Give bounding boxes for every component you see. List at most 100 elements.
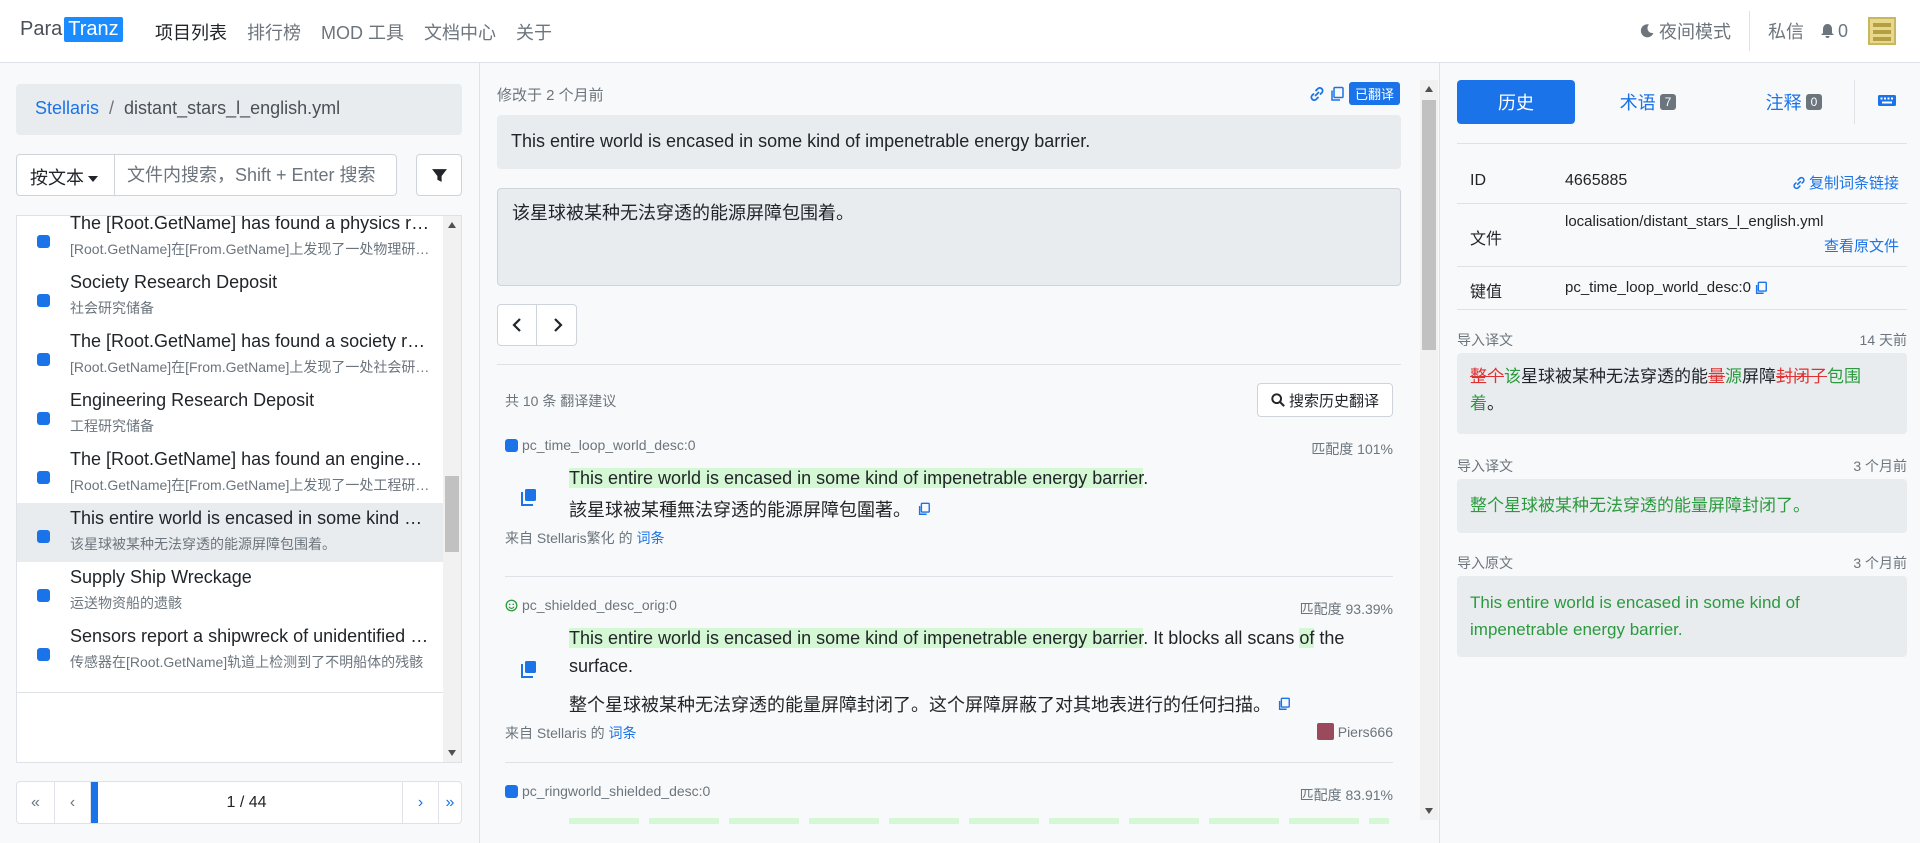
nav-link-mod-tools[interactable]: MOD 工具 [321, 19, 404, 45]
scroll-thumb[interactable] [1422, 100, 1436, 350]
prev-entry-button[interactable] [498, 305, 537, 345]
info-tabs: 历史 术语 7 注释 0 [1457, 80, 1907, 124]
search-history-button[interactable]: 搜索历史翻译 [1257, 383, 1393, 417]
nav-link-leaderboard[interactable]: 排行榜 [247, 19, 301, 45]
item-translation: [Root.GetName]在[From.GetName]上发现了一处社会研究储… [70, 359, 430, 375]
key-label: 键值 [1470, 284, 1503, 301]
notifications-button[interactable]: 0 [1820, 21, 1848, 42]
suggestion-source-rest: . [1143, 468, 1149, 488]
file-path-link[interactable]: localisation/distant_stars_l_english.yml [1565, 213, 1823, 230]
origin-link[interactable]: 词条 [636, 530, 664, 546]
moon-icon [1640, 24, 1654, 38]
diff-unchanged: 星球被某种无法穿透的能 [1521, 367, 1708, 386]
suggestion-origin-text: 来自 Stellaris 的 词条 [505, 723, 636, 743]
list-scrollbar[interactable] [443, 216, 461, 762]
search-mode-label: 按文本 [30, 168, 84, 188]
caret-down-icon [88, 176, 98, 183]
link-icon[interactable] [1309, 86, 1325, 102]
nav-link-projects[interactable]: 项目列表 [155, 19, 227, 45]
tab-count-badge: 0 [1805, 94, 1823, 110]
keyboard-icon[interactable] [1877, 92, 1897, 108]
prev-page-button[interactable]: ‹ [55, 782, 91, 823]
suggestion-source-match: This entire world is encased in some kin… [569, 468, 1144, 488]
tab-label: 术语 [1619, 93, 1656, 113]
logo[interactable]: Para Tranz [20, 16, 123, 43]
copy-icon[interactable] [917, 502, 931, 516]
view-source-file-link[interactable]: 查看原文件 [1824, 235, 1899, 256]
next-entry-button[interactable] [538, 305, 577, 345]
suggestion-item[interactable]: pc_ringworld_shielded_desc:0 匹配度 83.91% [505, 783, 1393, 843]
use-suggestion-icon[interactable] [519, 659, 539, 679]
filter-button[interactable] [416, 154, 462, 196]
link-icon [1793, 176, 1805, 189]
match-score: 匹配度 101% [1311, 441, 1393, 457]
next-page-button[interactable]: › [403, 782, 439, 823]
search-mode-dropdown[interactable]: 按文本 [16, 154, 115, 196]
tab-count-badge: 7 [1659, 94, 1677, 110]
list-item[interactable]: Sensors report a shipwreck of unidentifi… [17, 621, 443, 693]
suggestion-item[interactable]: pc_time_loop_world_desc:0 匹配度 101% This … [505, 437, 1393, 577]
scroll-down-icon[interactable] [448, 750, 456, 756]
suggestion-author[interactable]: Piers666 [1316, 723, 1393, 740]
status-dot [505, 438, 518, 452]
match-score: 匹配度 83.91% [1299, 787, 1393, 803]
nav-link-docs[interactable]: 文档中心 [424, 19, 496, 45]
night-mode-toggle[interactable]: 夜间模式 [1639, 18, 1731, 44]
scroll-down-icon[interactable] [1425, 808, 1433, 814]
history-entry: This entire world is encased in some kin… [1457, 576, 1907, 657]
tab-label: 历史 [1498, 93, 1534, 113]
chevron-right-icon [553, 318, 563, 332]
scroll-up-icon[interactable] [448, 222, 456, 228]
first-page-button[interactable]: « [17, 782, 55, 823]
breadcrumb: Stellaris / distant_stars_l_english.yml [16, 84, 462, 135]
user-avatar[interactable] [1868, 17, 1896, 45]
info-row-id: ID 4665885 复制词条链接 [1457, 161, 1907, 204]
history-type: 导入译文 [1457, 332, 1513, 348]
tab-divider [1854, 80, 1855, 124]
tab-label: 注释 [1765, 93, 1802, 113]
history-header: 导入译文 3 个月前 [1457, 456, 1907, 476]
suggestion-source: This entire world is encased in some kin… [569, 464, 1369, 492]
suggestion-item[interactable]: pc_shielded_desc_orig:0 匹配度 93.39% This … [505, 597, 1393, 767]
diff-deleted: 整个 [1470, 367, 1504, 386]
status-dot [37, 294, 50, 307]
copy-entry-link[interactable]: 复制词条链接 [1792, 172, 1899, 193]
author-name: Piers666 [1337, 723, 1393, 740]
copy-icon[interactable] [1754, 281, 1768, 295]
history-time: 3 个月前 [1853, 458, 1907, 474]
logo-text-right: Tranz [64, 17, 123, 42]
scroll-thumb[interactable] [445, 476, 459, 552]
messages-link[interactable]: 私信 [1768, 18, 1804, 44]
search-input[interactable] [114, 154, 397, 196]
diff-unchanged: 。 [1487, 394, 1504, 413]
copy-icon[interactable] [1277, 697, 1291, 711]
search-icon [1271, 393, 1285, 407]
breadcrumb-project-link[interactable]: Stellaris [35, 98, 99, 118]
chevron-left-icon [512, 318, 521, 332]
tab-comments[interactable]: 注释 0 [1721, 80, 1867, 124]
history-type: 导入译文 [1457, 458, 1513, 474]
key-value-text: pc_time_loop_world_desc:0 [1565, 279, 1751, 296]
logo-text-left: Para [20, 18, 63, 40]
page-indicator[interactable]: 1 / 44 [91, 782, 403, 823]
scroll-up-icon[interactable] [1425, 86, 1433, 92]
origin-link[interactable]: 词条 [608, 725, 636, 741]
notification-count: 0 [1837, 20, 1848, 41]
nav-link-about[interactable]: 关于 [516, 19, 552, 45]
tab-history[interactable]: 历史 [1457, 80, 1575, 124]
copy-icon[interactable] [1329, 86, 1345, 102]
string-list-panel: Stellaris / distant_stars_l_english.yml 按文… [16, 84, 462, 824]
info-panel: 历史 术语 7 注释 0 ID 4665885 复制词条链接 文件 localisa… [1439, 63, 1920, 843]
status-dot [37, 530, 50, 543]
smile-icon [505, 599, 518, 611]
suggestion-key-text: pc_time_loop_world_desc:0 [522, 437, 696, 453]
tab-terms[interactable]: 术语 7 [1575, 80, 1721, 124]
filter-icon [431, 168, 447, 182]
translation-editor[interactable]: 该星球被某种无法穿透的能源屏障包围着。 [497, 188, 1401, 286]
editor-scrollbar[interactable] [1420, 80, 1438, 820]
copy-link-text: 复制词条链接 [1808, 175, 1899, 192]
item-translation: 运送物资船的遗骸 [70, 595, 182, 611]
origin-text: 来自 Stellaris繁化 的 [505, 530, 633, 546]
last-page-button[interactable]: » [439, 782, 461, 823]
use-suggestion-icon[interactable] [519, 487, 539, 507]
